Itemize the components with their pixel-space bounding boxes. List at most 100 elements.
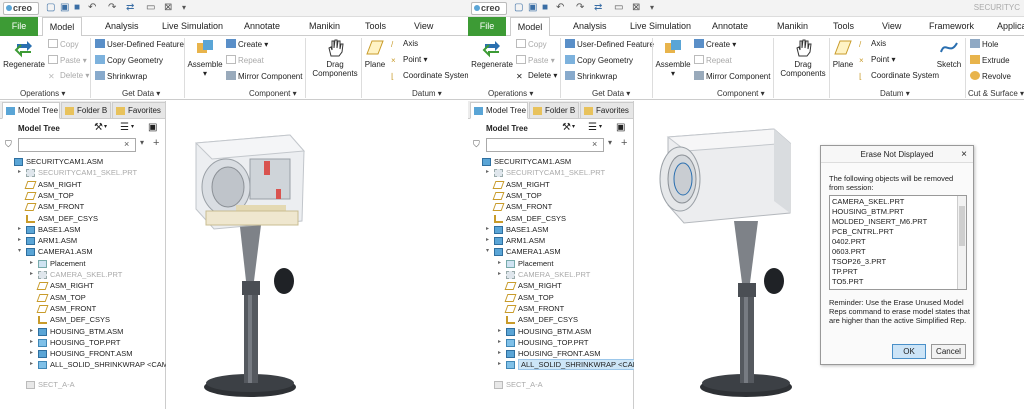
- coordinate-system-button[interactable]: ⌊ Coordinate System: [859, 71, 939, 81]
- user-defined-feature-button[interactable]: User-Defined Feature: [565, 39, 654, 50]
- tree-columns-icon[interactable]: ▣: [148, 122, 157, 133]
- tree-search-input[interactable]: [18, 138, 136, 152]
- tab-favorites[interactable]: Favorites: [112, 102, 166, 119]
- expand-icon[interactable]: ▸: [30, 348, 33, 359]
- tree-item[interactable]: ASM_TOP: [0, 292, 165, 303]
- undo-icon[interactable]: ↶: [556, 2, 564, 14]
- new-file-icon[interactable]: ▢: [514, 2, 523, 14]
- expand-icon[interactable]: ▸: [30, 258, 33, 269]
- expand-icon[interactable]: ▸: [30, 326, 33, 337]
- group-datum[interactable]: Datum ▾: [880, 89, 910, 98]
- tree-item[interactable]: ▾ CAMERA1.ASM: [0, 246, 165, 257]
- expand-icon[interactable]: ▸: [18, 224, 21, 235]
- tree-item[interactable]: ▸ Placement: [0, 258, 165, 269]
- collapse-icon[interactable]: ▾: [18, 246, 21, 257]
- expand-icon[interactable]: ▸: [18, 235, 21, 246]
- list-item[interactable]: PCB_CNTRL.PRT: [832, 227, 894, 237]
- tab-annotate[interactable]: Annotate: [240, 17, 284, 36]
- tree-settings-icon[interactable]: ⚒: [94, 122, 103, 133]
- shrinkwrap-button[interactable]: Shrinkwrap: [95, 71, 147, 82]
- tree-item[interactable]: ▸ HOUSING_BTM.ASM: [0, 326, 165, 337]
- filter-icon[interactable]: ⛉: [5, 139, 12, 150]
- tree-search-input[interactable]: [486, 138, 604, 152]
- regenerate-button[interactable]: Regenerate: [2, 38, 46, 69]
- user-defined-feature-button[interactable]: User-Defined Feature: [95, 39, 184, 50]
- list-item[interactable]: CAMERA_SKEL.PRT: [832, 197, 904, 207]
- customize-quick-access-icon[interactable]: ▾: [650, 2, 654, 14]
- tree-item[interactable]: ASM_DEF_CSYS: [468, 314, 633, 325]
- tree-item[interactable]: ASM_RIGHT: [0, 179, 165, 190]
- tree-item[interactable]: ▸ ARM1.ASM: [468, 235, 633, 246]
- tree-item[interactable]: ASM_FRONT: [468, 303, 633, 314]
- revolve-button[interactable]: Revolve: [970, 71, 1011, 82]
- tree-item[interactable]: SECURITYCAM1.ASM: [0, 156, 165, 167]
- filter-icon[interactable]: ⛉: [473, 139, 480, 150]
- tree-item[interactable]: ▸ SECURITYCAM1_SKEL.PRT: [468, 167, 633, 178]
- tree-item[interactable]: ASM_FRONT: [0, 201, 165, 212]
- close-icon[interactable]: ×: [961, 146, 967, 163]
- assemble-button[interactable]: Assemble ▾: [187, 38, 223, 78]
- show-icon[interactable]: ☰: [120, 122, 129, 133]
- save-icon[interactable]: ■: [74, 2, 80, 14]
- coordinate-system-button[interactable]: ⌊ Coordinate System: [391, 71, 468, 81]
- clear-search-icon[interactable]: ×: [592, 139, 597, 149]
- sketch-button[interactable]: Sketch: [934, 38, 964, 69]
- tree-item[interactable]: SECT_A-A: [0, 379, 165, 390]
- group-operations[interactable]: Operations ▾: [20, 89, 65, 98]
- expand-icon[interactable]: ▸: [486, 235, 489, 246]
- tab-model-tree[interactable]: Model Tree: [470, 102, 528, 119]
- point-button[interactable]: × Point ▾: [859, 55, 895, 65]
- redo-icon[interactable]: ↷: [108, 2, 116, 14]
- regenerate-quick-icon[interactable]: ⇄: [126, 2, 134, 14]
- tree-columns-icon[interactable]: ▣: [616, 122, 625, 133]
- tab-file[interactable]: File: [0, 17, 38, 36]
- copy-geometry-button[interactable]: Copy Geometry: [95, 55, 163, 66]
- list-item[interactable]: TSOP26_3.PRT: [832, 257, 886, 267]
- tab-framework[interactable]: Framework: [925, 17, 978, 36]
- list-item[interactable]: TO5.PRT: [832, 277, 863, 287]
- tree-item[interactable]: ▸ HOUSING_FRONT.ASM: [468, 348, 633, 359]
- expand-icon[interactable]: ▸: [486, 224, 489, 235]
- list-item[interactable]: 0603.PRT: [832, 247, 866, 257]
- expand-icon[interactable]: ▸: [498, 269, 501, 280]
- tab-folder-browser[interactable]: Folder B: [529, 102, 579, 119]
- redo-icon[interactable]: ↷: [576, 2, 584, 14]
- save-icon[interactable]: ■: [542, 2, 548, 14]
- expand-icon[interactable]: ▸: [498, 258, 501, 269]
- tab-folder-browser[interactable]: Folder B: [61, 102, 111, 119]
- cancel-button[interactable]: Cancel: [931, 344, 966, 359]
- tree-item[interactable]: ▸ Placement: [468, 258, 633, 269]
- paste-button[interactable]: Paste ▾: [516, 55, 555, 66]
- expand-icon[interactable]: ▸: [18, 167, 21, 178]
- tree-item[interactable]: SECT_A-A: [468, 379, 633, 390]
- tab-view[interactable]: View: [878, 17, 905, 36]
- tab-manikin[interactable]: Manikin: [773, 17, 812, 36]
- tree-item[interactable]: ASM_RIGHT: [0, 280, 165, 291]
- tree-item[interactable]: ASM_DEF_CSYS: [468, 213, 633, 224]
- tree-item[interactable]: ASM_RIGHT: [468, 179, 633, 190]
- axis-button[interactable]: / Axis: [859, 39, 886, 49]
- tab-tools[interactable]: Tools: [829, 17, 858, 36]
- tab-analysis[interactable]: Analysis: [569, 17, 611, 36]
- list-item[interactable]: HOUSING_BTM.PRT: [832, 207, 904, 217]
- add-filter-icon[interactable]: +: [153, 137, 159, 149]
- tree-item[interactable]: ▸ ALL_SOLID_SHRINKWRAP <CAMERA1_: [468, 359, 666, 371]
- list-item[interactable]: TP.PRT: [832, 267, 858, 277]
- tree-item[interactable]: ▸ SECURITYCAM1_SKEL.PRT: [0, 167, 165, 178]
- tree-item[interactable]: ASM_TOP: [468, 292, 633, 303]
- delete-button[interactable]: ✕ Delete ▾: [516, 71, 557, 81]
- expand-icon[interactable]: ▸: [498, 337, 501, 348]
- tree-item[interactable]: ASM_DEF_CSYS: [0, 213, 165, 224]
- repeat-button[interactable]: Repeat: [226, 55, 264, 66]
- tree-item[interactable]: ▸ BASE1.ASM: [0, 224, 165, 235]
- tree-settings-dropdown-icon[interactable]: ▾: [572, 123, 575, 130]
- show-dropdown-icon[interactable]: ▾: [599, 123, 602, 130]
- tab-file[interactable]: File: [468, 17, 506, 36]
- show-icon[interactable]: ☰: [588, 122, 597, 133]
- paste-button[interactable]: Paste ▾: [48, 55, 87, 66]
- drag-components-button[interactable]: Drag Components: [309, 38, 361, 78]
- open-file-icon[interactable]: ▣: [528, 2, 537, 14]
- group-get-data[interactable]: Get Data ▾: [592, 89, 630, 98]
- plane-button[interactable]: Plane: [831, 38, 855, 69]
- tab-manikin[interactable]: Manikin: [305, 17, 344, 36]
